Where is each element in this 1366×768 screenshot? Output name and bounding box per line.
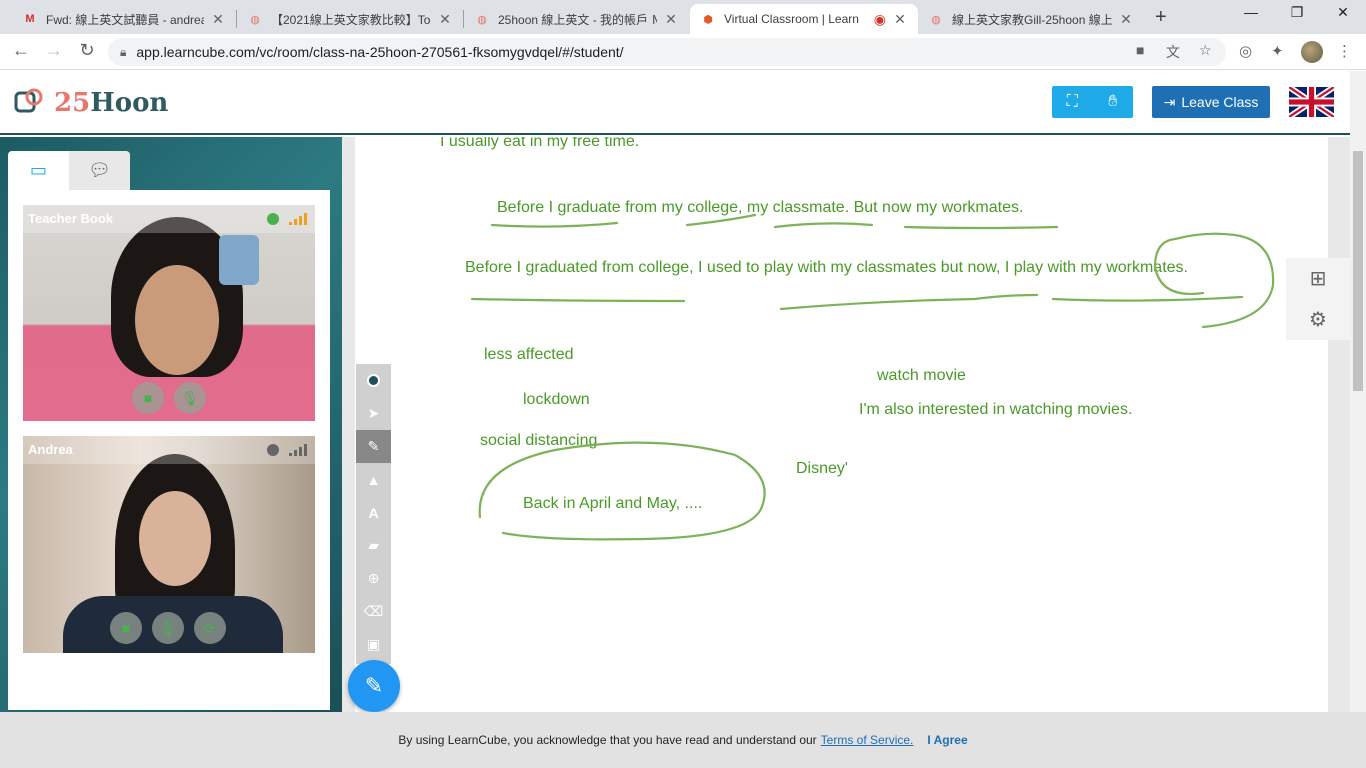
draw-toggle-button[interactable]: ✎ (348, 660, 400, 712)
teacher-video: Teacher Book ■ 🎙︎ (23, 205, 315, 421)
browser-tabstrip: M Fwd: 線上英文試聽員 - andrea ✕ ◍ 【2021線上英文家教比… (0, 0, 1366, 34)
clear-icon[interactable]: ⌫ (356, 595, 391, 628)
cookie-consent-bar: By using LearnCube, you acknowledge that… (0, 712, 1366, 768)
reload-icon[interactable]: ↻ (75, 40, 99, 61)
zoom-icon[interactable]: ⊕ (356, 562, 391, 595)
translate-icon[interactable]: 文 (1166, 42, 1180, 62)
lock-icon: 🔒︎ (120, 44, 127, 59)
camera-icon[interactable]: ■ (1136, 42, 1144, 58)
signal-strength-icon (289, 213, 307, 225)
eraser-icon[interactable]: ▰ (356, 529, 391, 562)
refresh-icon: ⟳ (204, 619, 216, 636)
25hoon-icon: ◍ (477, 13, 487, 26)
browser-tab-tutor-gill[interactable]: ◍ 線上英文家教Gill-25hoon 線上 ✕ (918, 4, 1144, 34)
agree-button[interactable]: I Agree (927, 733, 967, 747)
address-bar[interactable]: 🔒︎ app.learncube.com/vc/room/class-na-25… (108, 38, 1226, 66)
tab-close-icon[interactable]: ✕ (892, 11, 908, 28)
browser-tab-gmail[interactable]: M Fwd: 線上英文試聽員 - andrea ✕ (12, 4, 236, 34)
camera-icon: ■ (121, 620, 131, 636)
menu-kebab-icon[interactable]: ⋮ (1337, 42, 1352, 60)
panel-tabs: ▭ 💬︎ (8, 151, 131, 190)
browser-toolbar: ← → ↻ 🔒︎ app.learncube.com/vc/room/class… (0, 34, 1366, 70)
restore-icon[interactable]: ❐ (1274, 4, 1320, 21)
browser-tab-account[interactable]: ◍ 25hoon 線上英文 - 我的帳戶 Ｍ ✕ (464, 4, 689, 34)
save-icon[interactable]: ▣ (356, 628, 391, 661)
recording-icon: ◉ (873, 10, 886, 27)
pointer-icon[interactable]: ➤ (356, 397, 391, 430)
leave-class-button[interactable]: ⇥ Leave Class (1152, 86, 1270, 118)
25hoon-icon: ◍ (931, 13, 941, 26)
pen-strokes (470, 213, 1275, 541)
minimize-icon[interactable]: — (1228, 4, 1274, 20)
offline-status-dot (267, 444, 279, 456)
tab-close-icon[interactable]: ✕ (1118, 11, 1134, 28)
student-camera-button[interactable]: ■ (110, 612, 142, 644)
teacher-mic-button[interactable]: 🎙︎ (174, 382, 206, 414)
header-action-group: ⛶ ✋︎ (1052, 86, 1133, 118)
logo-text: 25Hoon (54, 88, 169, 118)
25hoon-logo-icon (14, 88, 43, 113)
new-tab-icon[interactable]: + (1155, 6, 1167, 29)
settings-gear-icon[interactable]: ⚙ (1286, 299, 1350, 340)
app-header: 25Hoon ⛶ ✋︎ ⇥ Leave Class (0, 71, 1350, 135)
student-mic-button[interactable]: 🎙︎ (152, 612, 184, 644)
teacher-camera-button[interactable]: ■ (132, 382, 164, 414)
pencil-icon: ✎ (364, 673, 384, 698)
terms-of-service-link[interactable]: Terms of Service. (821, 733, 914, 747)
extensions-puzzle-icon[interactable]: ✦ (1271, 42, 1284, 60)
whiteboard-side-tools: ⊞ ⚙ (1286, 258, 1350, 340)
learncube-icon: ⬢ (703, 13, 713, 26)
profile-avatar[interactable] (1301, 41, 1323, 63)
25hoon-icon: ◍ (250, 13, 260, 26)
camera-icon: ■ (143, 390, 153, 406)
whiteboard-canvas[interactable]: I usually eat in my free time. Before I … (355, 137, 1328, 712)
student-video: Andrea ■ 🎙︎ ⟳ (23, 436, 315, 653)
bookmark-star-icon[interactable]: ☆ (1199, 42, 1212, 59)
close-window-icon[interactable]: ✕ (1320, 4, 1366, 21)
uk-flag-icon[interactable] (1289, 87, 1334, 117)
add-page-icon[interactable]: ⊞ (1286, 258, 1350, 299)
tab-close-icon[interactable]: ✕ (210, 11, 226, 28)
fullscreen-icon[interactable]: ⛶ (1052, 86, 1093, 118)
signal-strength-icon (289, 444, 307, 456)
page-scrollbar[interactable] (1350, 71, 1366, 712)
video-tab[interactable]: ▭ (8, 151, 69, 190)
exit-icon: ⇥ (1163, 93, 1176, 110)
pen-icon[interactable]: ✎ (356, 430, 391, 463)
raise-hand-icon[interactable]: ✋︎ (1093, 86, 1134, 118)
video-camera-icon: ▭ (29, 160, 47, 180)
whiteboard-toolbar: ➤ ✎ ▲ A ▰ ⊕ ⌫ ▣ (356, 364, 391, 664)
color-picker-icon[interactable] (356, 364, 391, 397)
text-tool-icon[interactable]: A (356, 496, 391, 529)
forward-icon[interactable]: → (42, 40, 66, 61)
chat-tab[interactable]: 💬︎ (69, 151, 130, 190)
teacher-video-feed (23, 205, 315, 421)
back-icon[interactable]: ← (9, 40, 33, 61)
extension-g-icon[interactable]: ◎ (1239, 42, 1252, 60)
switch-camera-button[interactable]: ⟳ (194, 612, 226, 644)
tab-close-icon[interactable]: ✕ (663, 11, 679, 28)
browser-tab-compare[interactable]: ◍ 【2021線上英文家教比較】To ✕ (237, 4, 463, 34)
microphone-icon: 🎙︎ (181, 389, 199, 406)
tab-close-icon[interactable]: ✕ (437, 11, 453, 28)
online-status-dot (267, 213, 279, 225)
gmail-icon: M (25, 13, 35, 25)
shapes-icon[interactable]: ▲ (356, 463, 391, 496)
microphone-icon: 🎙︎ (159, 619, 177, 636)
browser-tab-virtual-classroom[interactable]: ⬢ Virtual Classroom | Learn ◉ ✕ (690, 4, 918, 34)
chat-bubbles-icon: 💬︎ (88, 160, 111, 180)
